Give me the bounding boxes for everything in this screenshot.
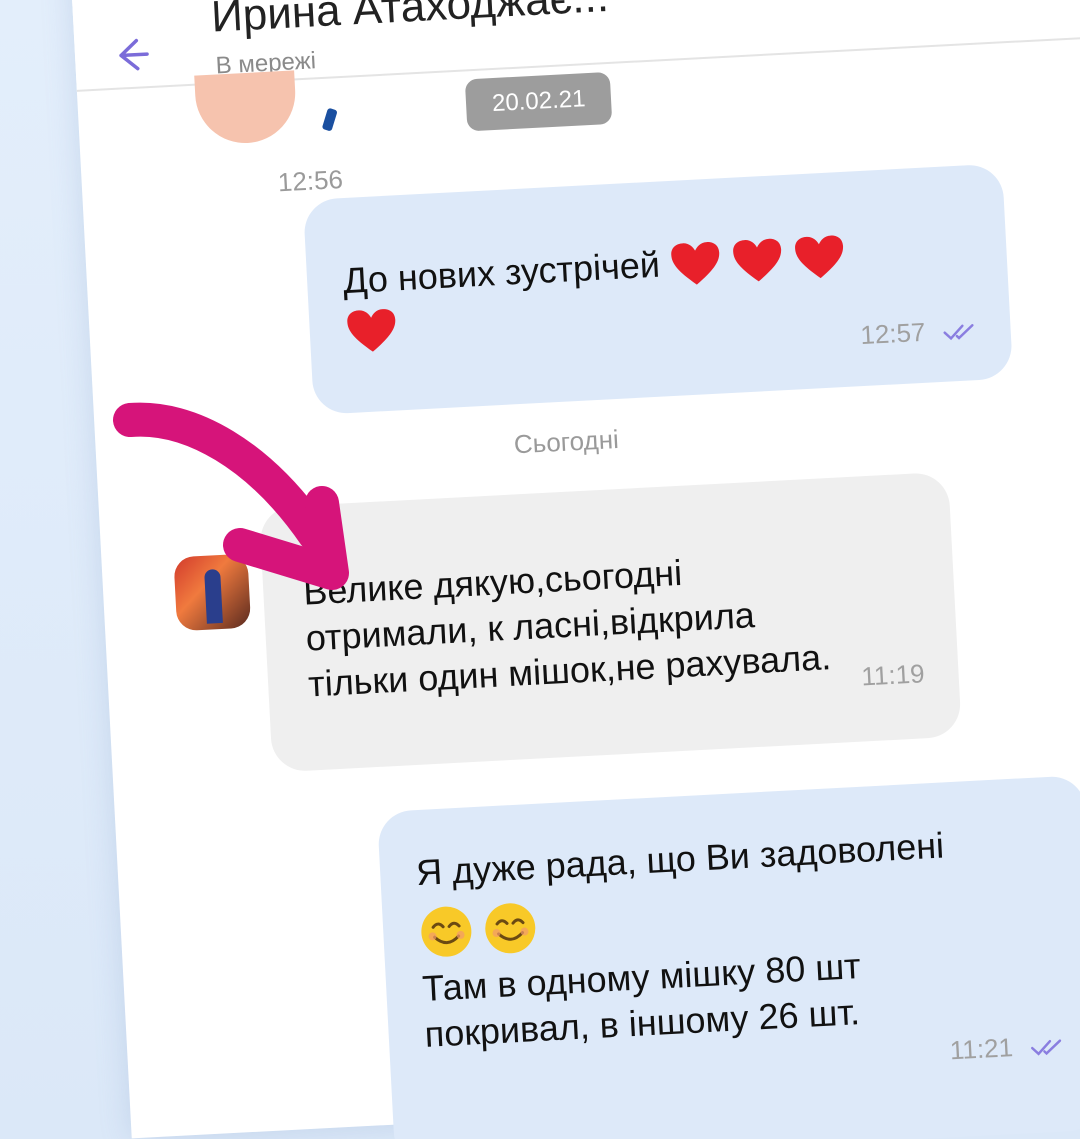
double-check-icon xyxy=(1031,1039,1062,1056)
day-separator: Сьогодні xyxy=(513,423,620,460)
smiling-face-emoji-icon xyxy=(485,903,536,954)
message-time-row: 12:57 xyxy=(860,313,978,352)
outgoing-message-bubble[interactable]: До нових зустрічей 12:57 xyxy=(302,163,1014,415)
contact-name[interactable]: Ирина Атаходжає... xyxy=(210,0,610,43)
heart-emoji-icon xyxy=(671,242,720,286)
message-time: 12:56 xyxy=(277,164,344,198)
annotation-arrow-icon xyxy=(113,402,349,590)
date-pill: 20.02.21 xyxy=(464,71,613,132)
message-time: 12:57 xyxy=(859,316,927,350)
heart-emoji-icon xyxy=(795,236,844,279)
heart-emoji-icon xyxy=(347,309,396,352)
message-time: 11:19 xyxy=(860,658,926,692)
smiling-face-emoji-icon xyxy=(421,906,472,957)
double-check-icon xyxy=(943,323,974,341)
sticker-message[interactable] xyxy=(194,70,298,146)
message-text: До нових зустрічей xyxy=(342,243,661,302)
message-time: 11:21 xyxy=(949,1031,1014,1066)
message-time-row: 11:21 xyxy=(949,1028,1065,1067)
sticker-detail xyxy=(321,107,338,132)
heart-emoji-icon xyxy=(733,239,782,282)
outgoing-message-bubble[interactable]: Я дуже рада, що Ви задоволені Там в одно… xyxy=(377,775,1080,1139)
arrow-left-icon[interactable] xyxy=(110,34,152,76)
